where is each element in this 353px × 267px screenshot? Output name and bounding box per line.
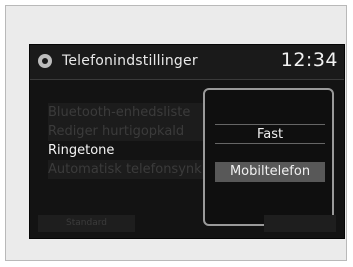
- menu-item-auto-phone-sync[interactable]: Automatisk telefonsynk: [48, 160, 214, 179]
- phone-settings-screen: Telefonindstillinger 12:34 Bluetooth-enh…: [29, 44, 345, 239]
- option-fixed[interactable]: Fast: [215, 124, 325, 144]
- settings-menu: Bluetooth-enhedsliste Rediger hurtigopka…: [48, 103, 214, 179]
- option-mobile-phone[interactable]: Mobiltelefon: [215, 162, 325, 182]
- menu-item-edit-speed-dial[interactable]: Rediger hurtigopkald: [48, 122, 214, 141]
- header-bar: Telefonindstillinger 12:34: [30, 45, 344, 80]
- clock: 12:34: [280, 49, 338, 71]
- softkey-right[interactable]: [264, 215, 336, 232]
- menu-item-bluetooth-device-list[interactable]: Bluetooth-enhedsliste: [48, 103, 214, 122]
- page-title: Telefonindstillinger: [62, 53, 198, 69]
- default-button[interactable]: Standard: [38, 215, 135, 232]
- gear-icon: [38, 54, 52, 68]
- ringtone-options-popup: Fast Mobiltelefon: [203, 88, 334, 226]
- menu-item-ringtone[interactable]: Ringetone: [48, 141, 214, 160]
- figure-frame: Telefonindstillinger 12:34 Bluetooth-enh…: [5, 5, 347, 261]
